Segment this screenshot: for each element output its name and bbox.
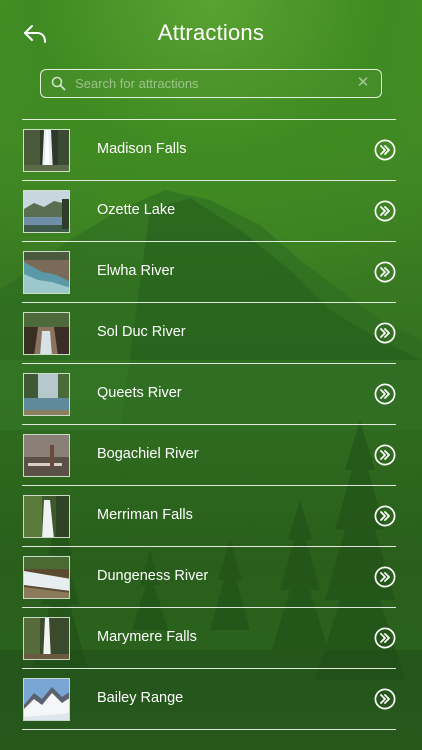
- attraction-name: Queets River: [97, 385, 182, 401]
- attraction-thumbnail: [23, 128, 70, 172]
- attraction-thumbnail: [23, 555, 70, 599]
- attraction-thumbnail: [23, 433, 70, 477]
- chevron-double-right-icon[interactable]: [374, 261, 396, 283]
- attraction-thumbnail: [23, 311, 70, 355]
- list-item[interactable]: Sol Duc River: [22, 303, 396, 363]
- chevron-double-right-icon[interactable]: [374, 627, 396, 649]
- attraction-name: Dungeness River: [97, 568, 209, 584]
- attraction-thumbnail: [23, 372, 70, 416]
- attraction-name: Elwha River: [97, 263, 175, 279]
- attraction-name: Bogachiel River: [97, 446, 199, 462]
- list-item[interactable]: Merriman Falls: [22, 486, 396, 546]
- list-item[interactable]: Dungeness River: [22, 547, 396, 607]
- search-bar[interactable]: ✕: [40, 69, 382, 98]
- search-icon: [51, 76, 66, 91]
- clear-icon[interactable]: ✕: [355, 75, 371, 91]
- attraction-thumbnail: [23, 250, 70, 294]
- list-item[interactable]: Marymere Falls: [22, 608, 396, 668]
- attraction-name: Merriman Falls: [97, 507, 193, 523]
- attraction-name: Ozette Lake: [97, 202, 176, 218]
- attraction-thumbnail: [23, 616, 70, 660]
- attraction-thumbnail: [23, 677, 70, 721]
- chevron-double-right-icon[interactable]: [374, 383, 396, 405]
- chevron-double-right-icon[interactable]: [374, 200, 396, 222]
- attraction-name: Bailey Range: [97, 690, 184, 706]
- chevron-double-right-icon[interactable]: [374, 566, 396, 588]
- navigation-bar: Attractions: [0, 0, 422, 66]
- attractions-list: Madison Falls Ozette Lake Elwha River So…: [22, 119, 396, 730]
- list-item[interactable]: Queets River: [22, 364, 396, 424]
- attraction-thumbnail: [23, 494, 70, 538]
- chevron-double-right-icon[interactable]: [374, 505, 396, 527]
- chevron-double-right-icon[interactable]: [374, 444, 396, 466]
- list-item[interactable]: Bailey Range: [22, 669, 396, 729]
- attraction-thumbnail: [23, 189, 70, 233]
- page-title: Attractions: [157, 20, 265, 45]
- chevron-double-right-icon[interactable]: [374, 688, 396, 710]
- attraction-name: Madison Falls: [97, 141, 187, 157]
- list-item[interactable]: Madison Falls: [22, 120, 396, 180]
- attraction-name: Sol Duc River: [97, 324, 186, 340]
- list-item[interactable]: Ozette Lake: [22, 181, 396, 241]
- attraction-name: Marymere Falls: [97, 629, 197, 645]
- list-divider: [22, 729, 396, 730]
- search-input[interactable]: [75, 72, 345, 94]
- list-item[interactable]: Elwha River: [22, 242, 396, 302]
- list-item[interactable]: Bogachiel River: [22, 425, 396, 485]
- chevron-double-right-icon[interactable]: [374, 322, 396, 344]
- chevron-double-right-icon[interactable]: [374, 139, 396, 161]
